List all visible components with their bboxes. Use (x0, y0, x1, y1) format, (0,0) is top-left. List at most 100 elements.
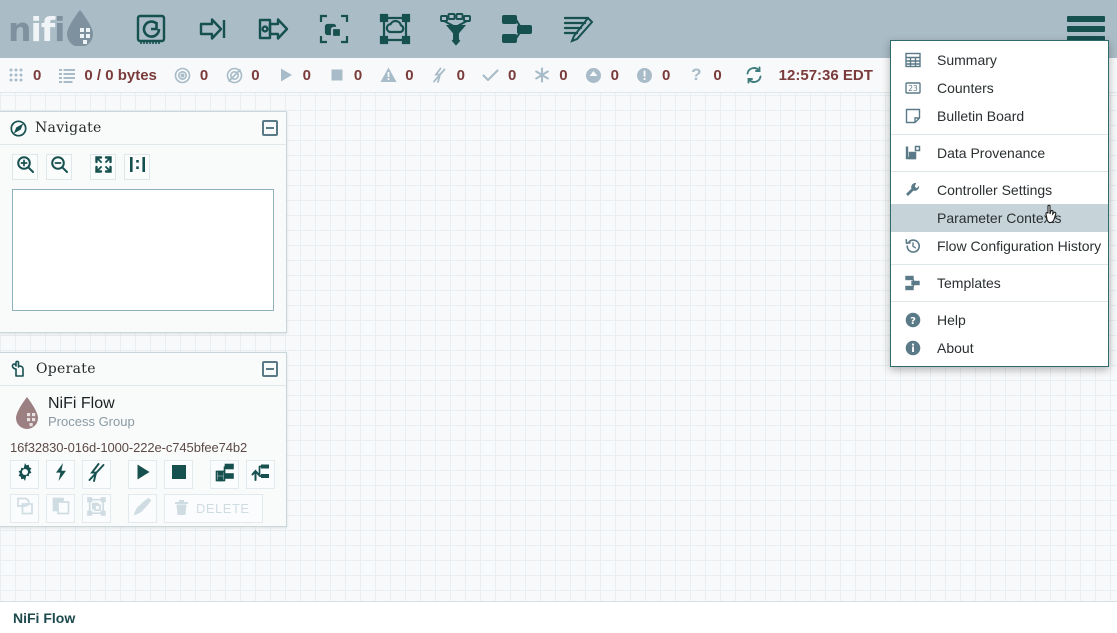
canvas-minimap[interactable] (12, 189, 274, 311)
group-button[interactable] (82, 494, 111, 523)
toolbar-process-group-button[interactable] (303, 0, 364, 58)
status-item-invalid: 0 (378, 65, 413, 85)
zoom-in-button[interactable] (12, 154, 38, 180)
active-threads-icon (6, 65, 26, 85)
zoom-fit-button[interactable] (90, 154, 116, 180)
toolbar-label-button[interactable] (547, 0, 608, 58)
component-id: 16f32830-016d-1000-222e-c745bfee74b2 (10, 440, 276, 455)
invalid-icon (378, 65, 398, 85)
start-button[interactable] (128, 460, 157, 489)
create-template-button[interactable] (210, 460, 239, 489)
gear-icon (16, 463, 34, 486)
status-value: 0 (662, 67, 670, 84)
navigate-icon (10, 120, 27, 137)
summary-icon (905, 52, 929, 68)
operate-collapse-button[interactable] (262, 361, 278, 377)
counters-icon: 23 (905, 80, 929, 96)
menu-item-summary[interactable]: Summary (891, 46, 1108, 74)
remote-process-group-icon (378, 12, 412, 46)
menu-item-counters[interactable]: 23 Counters (891, 74, 1108, 102)
status-item-locally-modified-and-stale: 0 (635, 65, 670, 85)
nifi-logo: nifi (0, 0, 112, 58)
menu-item-label: Data Provenance (937, 146, 1045, 160)
group-icon (87, 497, 106, 521)
paste-button[interactable] (46, 494, 75, 523)
disable-button[interactable] (82, 460, 111, 489)
configure-button[interactable] (10, 460, 39, 489)
funnel-icon (439, 12, 473, 46)
paste-icon (52, 497, 70, 520)
operate-panel-body: NiFi Flow Process Group 16f32830-016d-10… (0, 386, 286, 529)
stop-button[interactable] (164, 460, 193, 489)
operate-panel-header: Operate (0, 353, 286, 386)
menu-item-controller-settings[interactable]: Controller Settings (891, 176, 1108, 204)
menu-item-about[interactable]: About (891, 334, 1108, 362)
flow-config-history-icon (905, 238, 929, 254)
menu-item-flow-configuration-history[interactable]: Flow Configuration History (891, 232, 1108, 260)
zoom-actual-size-button[interactable] (124, 154, 150, 180)
stop-icon (170, 463, 188, 486)
toolbar-processor-button[interactable] (120, 0, 181, 58)
processor-icon (134, 12, 168, 46)
menu-item-label: Summary (937, 53, 997, 67)
sync-failure-icon: ? (686, 65, 706, 85)
status-item-not-transmitting: 0 (224, 65, 259, 85)
refresh-icon[interactable] (744, 65, 764, 85)
status-value: 0 (559, 67, 567, 84)
status-item-sync-failure: ? 0 (686, 65, 721, 85)
disabled-icon (430, 65, 450, 85)
logo-wordmark: nifi (8, 13, 64, 46)
toolbar-funnel-button[interactable] (425, 0, 486, 58)
menu-item-parameter-contexts[interactable]: Parameter Contexts (891, 204, 1108, 232)
toolbar-remote-process-group-button[interactable] (364, 0, 425, 58)
status-item-active-threads: 0 (6, 65, 41, 85)
data-provenance-icon (905, 145, 929, 161)
status-value: 0 (303, 67, 311, 84)
copy-button[interactable] (10, 494, 39, 523)
bolt-slash-icon (87, 463, 106, 487)
menu-item-templates[interactable]: Templates (891, 269, 1108, 297)
bolt-icon (52, 463, 70, 486)
up-to-date-icon (481, 65, 501, 85)
component-type: Process Group (48, 413, 135, 430)
enable-button[interactable] (46, 460, 75, 489)
queued-icon (57, 65, 77, 85)
delete-button[interactable]: DELETE (164, 494, 263, 523)
locally-modified-icon (532, 65, 552, 85)
breadcrumb[interactable]: NiFi Flow (13, 610, 75, 626)
component-toolbar (120, 0, 608, 58)
operate-panel: Operate (0, 352, 287, 527)
toolbar-template-button[interactable] (486, 0, 547, 58)
component-type-icon-wrap (10, 394, 44, 434)
menu-item-data-provenance[interactable]: Data Provenance (891, 139, 1108, 167)
menu-separator (891, 134, 1108, 135)
navigate-panel-header: Navigate (0, 112, 286, 145)
status-value: 0 (354, 67, 362, 84)
refresh-group[interactable]: 12:57:36 EDT (744, 65, 873, 85)
template-icon (500, 12, 534, 46)
operate-icon (10, 360, 28, 378)
toolbar-input-port-button[interactable] (181, 0, 242, 58)
menu-item-bulletin-board[interactable]: Bulletin Board (891, 102, 1108, 130)
breadcrumb-bar: NiFi Flow (0, 601, 1117, 633)
selected-component-summary: NiFi Flow Process Group (10, 394, 276, 434)
menu-item-label: Controller Settings (937, 183, 1052, 197)
trash-icon (173, 499, 190, 519)
menu-separator (891, 171, 1108, 172)
navigate-collapse-button[interactable] (262, 120, 278, 136)
status-item-transmitting: 0 (173, 65, 208, 85)
paintbrush-icon (133, 497, 152, 521)
toolbar-output-port-button[interactable] (242, 0, 303, 58)
menu-item-help[interactable]: ? Help (891, 306, 1108, 334)
navigate-tools (0, 145, 286, 186)
label-icon (561, 12, 595, 46)
status-item-up-to-date: 0 (481, 65, 516, 85)
change-color-button[interactable] (128, 494, 157, 523)
status-value: 0 (200, 67, 208, 84)
status-item-stopped: 0 (327, 65, 362, 85)
process-group-droplet-icon (14, 396, 40, 434)
zoom-out-button[interactable] (46, 154, 72, 180)
status-value: 0 / 0 bytes (84, 67, 157, 84)
upload-template-button[interactable] (246, 460, 275, 489)
copy-icon (16, 497, 34, 520)
